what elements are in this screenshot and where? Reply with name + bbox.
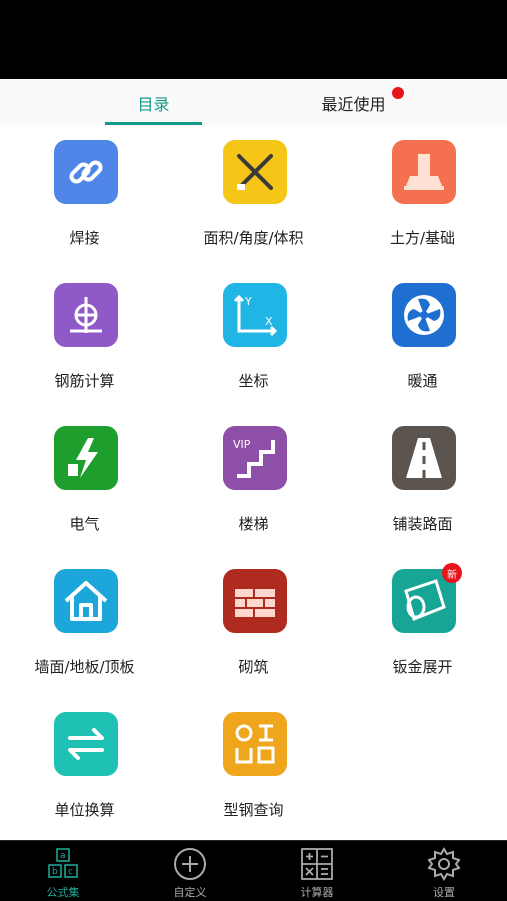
grid-item-label: 钣金展开: [392, 658, 453, 676]
new-badge: 新: [442, 563, 462, 583]
grid-item-label: 单位换算: [54, 801, 115, 819]
swap-arrows-icon: [54, 712, 118, 776]
grid-item-area-angle-volume[interactable]: 面积/角度/体积: [169, 127, 338, 270]
nav-label: 公式集: [46, 886, 80, 899]
grid-item-masonry[interactable]: 砌筑: [169, 556, 338, 699]
grid-item-welding[interactable]: 焊接: [0, 127, 169, 270]
grid-item-label: 焊接: [69, 229, 100, 247]
grid-item-wall-floor-ceiling[interactable]: 墙面/地板/顶板: [0, 556, 169, 699]
sheet-metal-icon: 新: [392, 563, 462, 633]
grid-item-label: 面积/角度/体积: [203, 229, 304, 247]
grid-item-label: 暖通: [407, 372, 438, 390]
nav-label: 计算器: [300, 886, 334, 899]
road-icon: [392, 426, 456, 490]
steel-profile-icon: [223, 712, 287, 776]
xy-axis-icon: YX: [223, 283, 287, 347]
svg-text:X: X: [265, 315, 273, 328]
tab-recent[interactable]: 最近使用: [305, 79, 402, 127]
active-tab-indicator: [105, 122, 202, 125]
grid-item-electric[interactable]: 电气: [0, 413, 169, 556]
grid-item-label: 铺装路面: [392, 515, 453, 533]
svg-text:c: c: [68, 867, 73, 877]
abc-blocks-icon: ab c: [48, 848, 78, 878]
recent-notification-dot: [392, 87, 404, 99]
calculator-icon: [301, 848, 333, 880]
plus-circle-icon: [174, 848, 206, 880]
tab-catalog-label: 目录: [137, 95, 170, 114]
svg-text:Y: Y: [244, 295, 252, 308]
tab-recent-label: 最近使用: [321, 95, 386, 114]
nav-calculator[interactable]: 计算器: [254, 841, 380, 901]
grid-item-label: 型钢查询: [223, 801, 284, 819]
grid-item-steel-profile[interactable]: 型钢查询: [169, 699, 338, 842]
rebar-icon: [54, 283, 118, 347]
grid-item-label: 楼梯: [238, 515, 269, 533]
grid-item-label: 墙面/地板/顶板: [34, 658, 135, 676]
chain-link-icon: [54, 140, 118, 204]
grid-item-earthwork-foundation[interactable]: 土方/基础: [338, 127, 507, 270]
fan-icon: [392, 283, 456, 347]
gear-icon: [427, 847, 461, 881]
grid-item-sheet-metal[interactable]: 新 钣金展开: [338, 556, 507, 699]
grid-item-label: 土方/基础: [389, 229, 456, 247]
vip-tag: VIP: [233, 438, 251, 451]
grid-item-stairs[interactable]: VIP 楼梯: [169, 413, 338, 556]
nav-custom[interactable]: 自定义: [127, 841, 253, 901]
svg-text:a: a: [60, 851, 66, 861]
foundation-icon: [392, 140, 456, 204]
grid-item-label: 电气: [69, 515, 100, 533]
status-bar: [0, 0, 507, 79]
grid-item-coordinates[interactable]: YX 坐标: [169, 270, 338, 413]
nav-formula-set[interactable]: abc 公式集: [0, 841, 126, 901]
grid-item-label: 钢筋计算: [54, 372, 115, 390]
grid-item-label: 砌筑: [238, 658, 269, 676]
tab-catalog[interactable]: 目录: [105, 79, 202, 127]
grid-item-rebar[interactable]: 钢筋计算: [0, 270, 169, 413]
grid-item-paving[interactable]: 铺装路面: [338, 413, 507, 556]
tab-bar: 目录 最近使用: [0, 79, 507, 127]
stairs-icon: VIP: [223, 426, 287, 490]
nav-settings[interactable]: 设置: [381, 841, 507, 901]
app-content: 目录 最近使用 焊接 面积/角度/体积 土方/基础 钢筋计算 Y X 坐标 暖通…: [0, 79, 507, 840]
svg-text:b: b: [52, 867, 58, 877]
nav-label: 设置: [433, 886, 455, 899]
nav-label: 自定义: [173, 886, 207, 899]
grid-item-label: 坐标: [238, 372, 269, 390]
ruler-pencil-icon: [223, 140, 287, 204]
grid-item-unit-conversion[interactable]: 单位换算: [0, 699, 169, 842]
electric-icon: [54, 426, 118, 490]
grid-item-hvac[interactable]: 暖通: [338, 270, 507, 413]
house-icon: [54, 569, 118, 633]
brick-wall-icon: [223, 569, 287, 633]
bottom-navigation: abc 公式集 自定义 计算器 设置: [0, 840, 507, 901]
